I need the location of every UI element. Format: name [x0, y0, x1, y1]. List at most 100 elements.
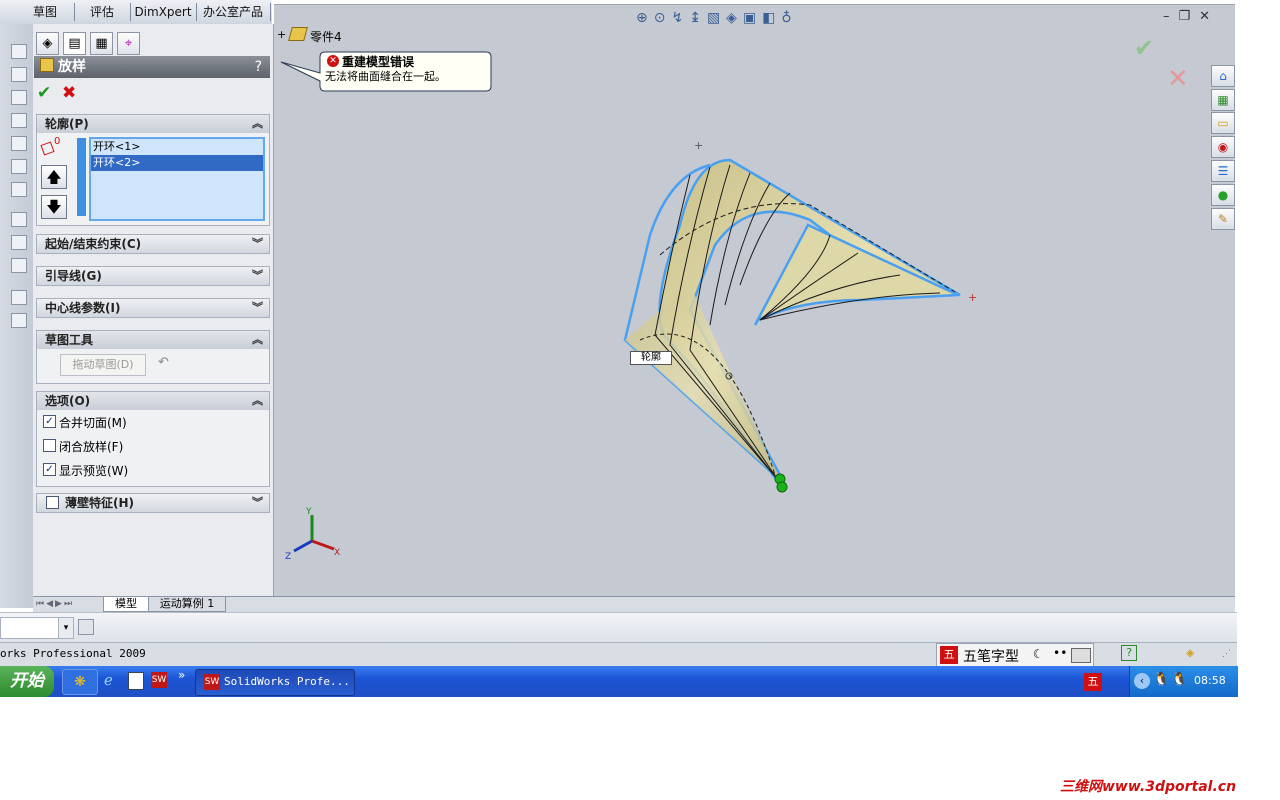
- zoom-to-fit-icon[interactable]: ⊕: [636, 10, 654, 26]
- ok-button[interactable]: ✔: [37, 83, 51, 103]
- start-end-constraints-section[interactable]: 起始/结束约束(C) ︾: [36, 234, 270, 254]
- help-icon[interactable]: ?: [1121, 645, 1137, 661]
- smart-dimension-icon[interactable]: [11, 235, 27, 250]
- origin-marker: +: [694, 139, 703, 152]
- scene-icon[interactable]: ♁: [781, 10, 797, 26]
- loft-icon[interactable]: [11, 113, 27, 128]
- cancel-button[interactable]: ✖: [62, 83, 76, 103]
- tab-motion-study[interactable]: 运动算例 1: [148, 597, 226, 612]
- extrude-icon[interactable]: [11, 44, 27, 59]
- restore-icon[interactable]: ❐: [1179, 9, 1200, 24]
- copy-icon[interactable]: [11, 290, 27, 305]
- command-combo[interactable]: [0, 617, 62, 639]
- minimize-icon[interactable]: –: [1163, 9, 1179, 24]
- zoom-area-icon[interactable]: ⊙: [654, 10, 672, 26]
- watermark: 三维网www.3dportal.cn: [1060, 779, 1237, 795]
- resources-icon[interactable]: ▦: [1211, 89, 1235, 111]
- tab-dimxpert[interactable]: DimXpert: [130, 3, 197, 21]
- guide-curves-section[interactable]: 引导线(G) ︾: [36, 266, 270, 286]
- dimxpert-tab[interactable]: ⌖: [117, 32, 140, 55]
- close-icon[interactable]: ✕: [1199, 9, 1219, 24]
- show-preview-checkbox[interactable]: ✓: [43, 463, 56, 476]
- taskbar-app-button[interactable]: SW SolidWorks Profe...: [195, 669, 355, 696]
- ie-icon[interactable]: ℯ: [104, 671, 113, 689]
- property-tab[interactable]: ▤: [63, 32, 86, 55]
- expand-icon: ︾: [252, 496, 263, 509]
- move-down-button[interactable]: 🡇: [41, 195, 67, 219]
- profile-list[interactable]: 开环<1> 开环<2>: [89, 137, 265, 221]
- list-item[interactable]: 开环<1>: [91, 139, 263, 155]
- moon-icon[interactable]: ☾: [1033, 647, 1040, 661]
- end-handle[interactable]: [776, 481, 788, 493]
- bottom-tab-bar: ⏮◀▶⏭ 模型 运动算例 1: [33, 596, 1235, 613]
- drag-sketch-button[interactable]: 拖动草图(D): [60, 354, 146, 376]
- tab-sketch[interactable]: 草图: [16, 3, 75, 21]
- collapse-icon: ︽: [252, 394, 263, 407]
- thin-feature-checkbox[interactable]: [46, 496, 59, 509]
- tab-scroll-arrows[interactable]: ⏮◀▶⏭: [36, 599, 74, 609]
- move-up-button[interactable]: 🡅: [41, 165, 67, 189]
- profile-header[interactable]: 轮廓(P) ︽: [37, 115, 269, 133]
- hide-show-icon[interactable]: ▣: [743, 10, 762, 26]
- appearance-icon[interactable]: ●: [1211, 184, 1235, 206]
- paste-icon[interactable]: [11, 313, 27, 328]
- lower-surface: [625, 285, 780, 480]
- quicklaunch-desktop-icon[interactable]: ❋: [62, 669, 98, 695]
- close-loft-label: 闭合放样(F): [59, 440, 124, 454]
- section-view-icon[interactable]: ↨: [689, 10, 707, 26]
- chevron-down-icon[interactable]: ▾: [58, 617, 74, 639]
- quicklaunch-chevron[interactable]: »: [178, 668, 185, 682]
- status-bar: orks Professional 2009 五 五笔字型 ☾ •• ? ◈ ⋰: [0, 642, 1237, 667]
- revolve-icon[interactable]: [11, 67, 27, 82]
- fillet-icon[interactable]: [11, 182, 27, 197]
- relations-icon[interactable]: [11, 258, 27, 273]
- tab-office-products[interactable]: 办公室产品: [196, 3, 271, 21]
- view-orientation-icon[interactable]: ▧: [707, 10, 726, 26]
- layer-icon[interactable]: [78, 619, 94, 635]
- custom-properties-icon[interactable]: ✎: [1211, 208, 1235, 230]
- confirm-ok-icon[interactable]: ✔: [1134, 34, 1154, 62]
- tag-icon[interactable]: ◈: [1186, 645, 1194, 661]
- punctuation-icon[interactable]: ••: [1053, 646, 1067, 660]
- boundary-icon[interactable]: [11, 136, 27, 151]
- config-tab[interactable]: ▦: [90, 32, 113, 55]
- document-icon[interactable]: [128, 672, 144, 690]
- z-axis: [293, 539, 313, 553]
- resize-grip-icon[interactable]: ⋰: [1222, 649, 1231, 659]
- merge-tangent-checkbox[interactable]: ✓: [43, 415, 56, 428]
- help-button[interactable]: ?: [255, 56, 262, 78]
- ime-label[interactable]: 五笔字型: [963, 646, 1019, 666]
- edit-appearance-icon[interactable]: ◧: [762, 10, 781, 26]
- search-library-icon[interactable]: ◉: [1211, 136, 1235, 158]
- confirm-cancel-icon[interactable]: ✕: [1167, 64, 1189, 94]
- thin-feature-section: 薄壁特征(H) ︾: [36, 493, 270, 513]
- qq-icon-2[interactable]: 🐧: [1171, 672, 1187, 687]
- keyboard-icon[interactable]: [1071, 648, 1091, 663]
- sketch-icon[interactable]: [11, 212, 27, 227]
- cut-icon[interactable]: [11, 159, 27, 174]
- feature-tree-tab[interactable]: ◈: [36, 32, 59, 55]
- solidworks-icon[interactable]: SW: [151, 672, 167, 688]
- centerline-section[interactable]: 中心线参数(I) ︾: [36, 298, 270, 318]
- undo-icon[interactable]: ↶: [158, 355, 169, 370]
- ime-logo-icon[interactable]: 五: [940, 646, 958, 664]
- home-icon[interactable]: ⌂: [1211, 65, 1235, 87]
- close-loft-checkbox[interactable]: [43, 439, 56, 452]
- tray-expand-icon[interactable]: ‹: [1134, 673, 1150, 689]
- clock[interactable]: 08:58: [1194, 674, 1226, 687]
- list-item-selected[interactable]: 开环<2>: [91, 155, 263, 171]
- sweep-icon[interactable]: [11, 90, 27, 105]
- part-name[interactable]: 零件4: [310, 28, 342, 45]
- profile-callout[interactable]: 轮廓: [630, 351, 672, 365]
- qq-icon[interactable]: 🐧: [1153, 672, 1169, 687]
- loft-preview: + +: [623, 139, 977, 493]
- start-button[interactable]: 开始: [0, 666, 54, 697]
- tab-evaluate[interactable]: 评估: [74, 3, 131, 21]
- folder-icon[interactable]: ▭: [1211, 112, 1235, 134]
- display-style-icon[interactable]: ◈: [726, 10, 743, 26]
- file-explorer-icon[interactable]: ☰: [1211, 160, 1235, 182]
- tree-expander[interactable]: +: [277, 28, 286, 41]
- ime-tray-icon[interactable]: 五: [1084, 673, 1102, 691]
- tab-model[interactable]: 模型: [103, 597, 149, 612]
- previous-view-icon[interactable]: ↯: [671, 10, 689, 26]
